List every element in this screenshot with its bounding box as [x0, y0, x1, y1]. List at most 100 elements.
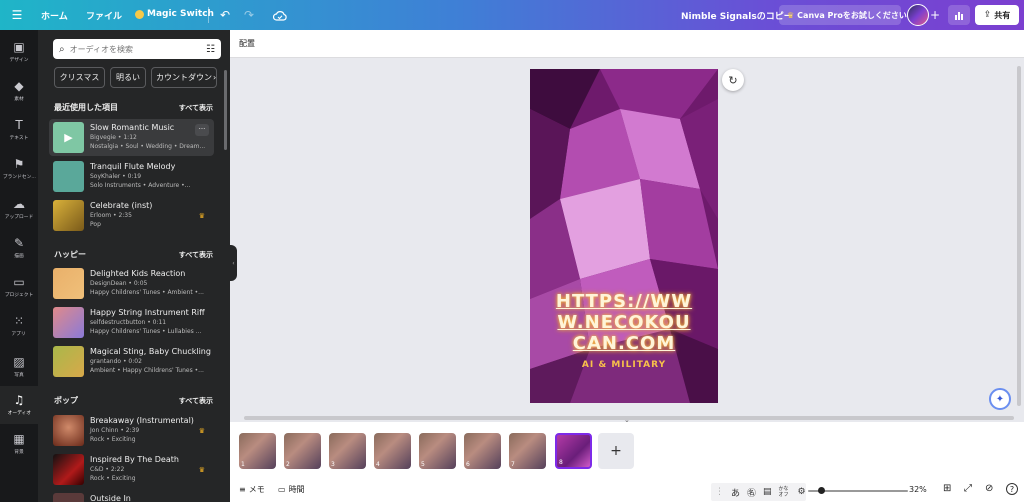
premium-crown-icon: ♛ — [198, 212, 205, 220]
notes-button[interactable]: ≡ メモ — [239, 484, 265, 495]
refresh-icon[interactable]: ↻ — [722, 69, 744, 91]
sidebar-item-draw[interactable]: ✎ 描画 — [0, 229, 38, 267]
page-number: 4 — [376, 461, 380, 468]
folder-icon: ▭ — [13, 275, 25, 289]
track-thumbnail — [53, 200, 84, 231]
chip-countdown[interactable]: カウントダウン › — [151, 67, 217, 88]
page-thumbnail[interactable]: 3 — [329, 433, 366, 469]
track-thumbnail — [53, 346, 84, 377]
canva-pro-label: Canva Proをお試しください — [797, 10, 907, 20]
page-number: 5 — [421, 461, 425, 468]
undo-icon[interactable]: ↶ — [218, 8, 232, 22]
ime-settings-icon[interactable]: ⚙ — [798, 487, 806, 497]
audio-track[interactable]: Celebrate (inst) Erloom • 2:35 Pop ♛ — [49, 197, 214, 234]
file-menu[interactable]: ファイル — [86, 9, 122, 22]
zoom-level[interactable]: 32% — [909, 485, 927, 494]
collapse-panel-handle[interactable]: ‹ — [230, 245, 237, 281]
grid-view-icon[interactable]: ⊞ — [943, 483, 951, 494]
audio-track[interactable]: Happy String Instrument Riff selfdestruc… — [49, 304, 214, 341]
more-options-icon[interactable]: ··· — [195, 124, 209, 136]
play-icon[interactable]: ▶ — [64, 131, 72, 144]
design-subtext[interactable]: AI & MILITARY — [530, 360, 718, 370]
filter-icon[interactable]: ☷ — [206, 44, 215, 55]
redo-icon[interactable]: ↷ — [242, 8, 256, 22]
fullscreen-icon[interactable]: ⤢ — [964, 483, 972, 494]
audio-search-input[interactable] — [69, 44, 190, 54]
audio-track[interactable]: Tranquil Flute Melody SoyKhaler • 0:19 S… — [49, 158, 214, 195]
add-page-button[interactable]: + — [598, 433, 634, 469]
bar-chart-icon — [955, 12, 963, 20]
zoom-thumb[interactable] — [818, 487, 825, 494]
see-all-link[interactable]: すべて表示 — [179, 250, 213, 260]
design-name[interactable]: Nimble Signalsのコピー — [681, 9, 793, 22]
sidebar-item-projects[interactable]: ▭ プロジェクト — [0, 268, 38, 306]
page-thumbnail-selected[interactable]: 8 — [555, 433, 592, 469]
design-url-text[interactable]: HTTPS://WW W.NECOKOU CAN.COM — [530, 291, 718, 354]
audio-icon: ♫ — [13, 393, 25, 407]
sidebar-item-text[interactable]: T テキスト — [0, 111, 38, 149]
share-icon: ⇪ — [983, 10, 992, 20]
sidebar-item-brand[interactable]: ⚑ ブランドセン... — [0, 150, 38, 188]
share-button[interactable]: ⇪ 共有 — [975, 5, 1019, 25]
brand-icon: ⚑ — [13, 157, 25, 171]
sidebar-item-uploads[interactable]: ☁ アップロード — [0, 190, 38, 228]
audio-search-box[interactable]: ⌕ ☷ — [53, 39, 221, 59]
vertical-scrollbar[interactable] — [1016, 60, 1022, 412]
ime-kana-button[interactable]: あ — [731, 486, 740, 499]
home-menu[interactable]: ホーム — [41, 9, 68, 22]
position-button[interactable]: 配置 — [239, 38, 255, 49]
audio-track[interactable]: ▶ Slow Romantic Music Bigvegie • 1:12 No… — [49, 119, 214, 156]
audio-track[interactable]: Magical Sting, Baby Chuckling grantando … — [49, 343, 214, 380]
track-tags: Pop — [90, 221, 101, 228]
timer-icon: ▭ — [278, 485, 286, 494]
sidebar-item-design[interactable]: ▣ デザイン — [0, 33, 38, 71]
ime-dictionary-icon[interactable]: ▤ — [763, 487, 772, 497]
add-collaborator-icon[interactable]: + — [929, 8, 941, 22]
help-icon[interactable]: ? — [1006, 483, 1018, 495]
apps-icon: ⁙ — [13, 314, 25, 328]
page-thumbnail[interactable]: 7 — [509, 433, 546, 469]
see-all-link[interactable]: すべて表示 — [179, 103, 213, 113]
hamburger-icon[interactable]: ☰ — [10, 8, 24, 22]
sidebar-item-label: 背景 — [14, 449, 24, 455]
share-label: 共有 — [994, 10, 1011, 20]
avatar[interactable] — [907, 4, 929, 26]
sidebar-item-elements[interactable]: ◆ 素材 — [0, 72, 38, 110]
panel-scrollbar[interactable] — [224, 70, 227, 150]
notes-icon: ≡ — [239, 485, 246, 494]
page-thumbnail[interactable]: 1 — [239, 433, 276, 469]
track-thumbnail: ▶ — [53, 122, 84, 153]
audio-track[interactable]: Inspired By The Death C&D • 2:22 Rock • … — [49, 451, 214, 488]
page-thumbnail[interactable]: 2 — [284, 433, 321, 469]
audio-track[interactable]: Delighted Kids Reaction DesignDean • 0:0… — [49, 265, 214, 302]
magic-assistant-button[interactable]: ✦ — [989, 388, 1011, 410]
ime-kana-toggle[interactable]: かな オフ — [779, 486, 791, 498]
timer-button[interactable]: ▭ 時間 — [278, 484, 305, 495]
sidebar-item-background[interactable]: ▦ 背景 — [0, 425, 38, 463]
sidebar-item-apps[interactable]: ⁙ アプリ — [0, 307, 38, 345]
sidebar-item-photos[interactable]: ▨ 写真 — [0, 348, 38, 386]
cloud-save-icon[interactable] — [272, 8, 288, 22]
magic-switch-button[interactable]: Magic Switch — [135, 9, 214, 19]
chip-bright[interactable]: 明るい — [110, 67, 146, 88]
see-all-link[interactable]: すべて表示 — [179, 396, 213, 406]
sidebar-item-label: テキスト — [9, 135, 29, 141]
check-circle-icon[interactable]: ⊘ — [985, 483, 993, 494]
design-text-line: W.NECOKOU — [557, 312, 691, 333]
insights-button[interactable] — [948, 5, 970, 25]
audio-track[interactable]: Outside In — [49, 490, 214, 502]
ime-pad-icon[interactable]: ㊔ — [747, 486, 756, 499]
sidebar-item-audio[interactable]: ♫ オーディオ — [0, 386, 38, 424]
page-thumbnail[interactable]: 6 — [464, 433, 501, 469]
upload-icon: ☁ — [13, 197, 25, 211]
canva-pro-button[interactable]: ♛ Canva Proをお試しください — [779, 5, 907, 25]
audio-track[interactable]: Breakaway (Instrumental) Jon Chinn • 2:3… — [49, 412, 214, 449]
page-thumbnail[interactable]: 5 — [419, 433, 456, 469]
chevron-right-icon: › — [213, 73, 217, 82]
scrollbar-thumb[interactable] — [1017, 66, 1021, 406]
chip-christmas[interactable]: クリスマス — [54, 67, 105, 88]
page-number: 2 — [286, 461, 290, 468]
zoom-slider[interactable] — [808, 487, 908, 494]
page-thumbnail[interactable]: 4 — [374, 433, 411, 469]
design-page[interactable]: HTTPS://WW W.NECOKOU CAN.COM AI & MILITA… — [530, 69, 718, 403]
